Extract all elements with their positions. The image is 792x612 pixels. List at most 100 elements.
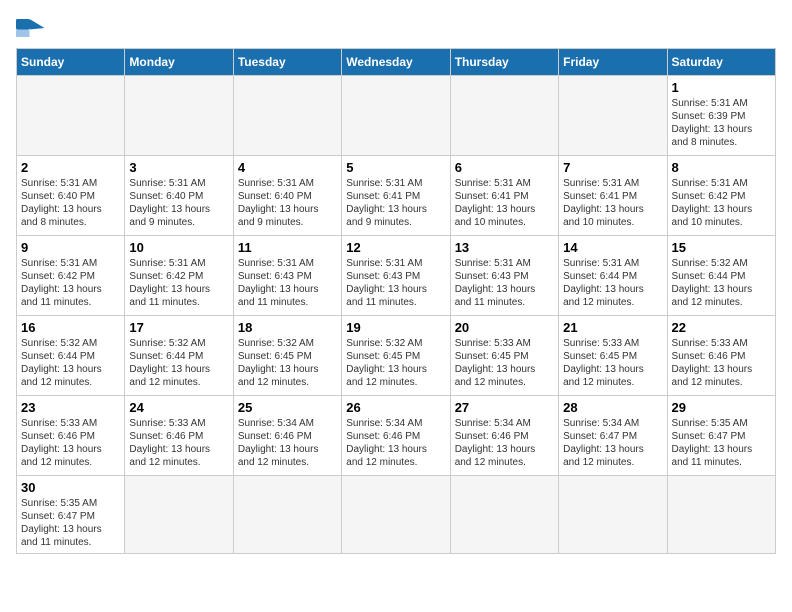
page-header bbox=[16, 16, 776, 40]
day-number: 11 bbox=[238, 240, 337, 255]
calendar-day-cell bbox=[342, 76, 450, 156]
calendar-day-cell: 14Sunrise: 5:31 AM Sunset: 6:44 PM Dayli… bbox=[559, 236, 667, 316]
day-info: Sunrise: 5:31 AM Sunset: 6:42 PM Dayligh… bbox=[129, 257, 228, 309]
day-info: Sunrise: 5:33 AM Sunset: 6:45 PM Dayligh… bbox=[563, 337, 662, 389]
calendar-day-cell: 7 Sunrise: 5:31 AM Sunset: 6:41 PM Daylig… bbox=[559, 156, 667, 236]
day-info: Sunrise: 5:35 AM Sunset: 6:47 PM Dayligh… bbox=[21, 497, 120, 549]
calendar-day-cell: 12 Sunrise: 5:31 AM Sunset: 6:43 PM Dayli… bbox=[342, 236, 450, 316]
calendar-day-cell: 4Sunrise: 5:31 AM Sunset: 6:40 PM Daylig… bbox=[233, 156, 341, 236]
calendar-day-cell bbox=[667, 476, 775, 554]
day-number: 13 bbox=[455, 240, 554, 255]
calendar-day-cell: 18 Sunrise: 5:32 AM Sunset: 6:45 PM Dayli… bbox=[233, 316, 341, 396]
day-info: Sunrise: 5:31 AM Sunset: 6:43 PM Dayligh… bbox=[346, 257, 445, 309]
day-number: 2 bbox=[21, 160, 120, 175]
day-number: 6 bbox=[455, 160, 554, 175]
calendar-day-cell: 5Sunrise: 5:31 AM Sunset: 6:41 PM Daylig… bbox=[342, 156, 450, 236]
day-info: Sunrise: 5:32 AM Sunset: 6:45 PM Dayligh… bbox=[346, 337, 445, 389]
day-info: Sunrise: 5:31 AM Sunset: 6:43 PM Dayligh… bbox=[238, 257, 337, 309]
day-number: 3 bbox=[129, 160, 228, 175]
day-number: 12 bbox=[346, 240, 445, 255]
day-info: Sunrise: 5:31 AM Sunset: 6:41 PM Dayligh… bbox=[563, 177, 662, 229]
calendar-day-cell: 22 Sunrise: 5:33 AM Sunset: 6:46 PM Dayli… bbox=[667, 316, 775, 396]
logo bbox=[16, 16, 50, 40]
weekday-header: Wednesday bbox=[342, 49, 450, 76]
day-info: Sunrise: 5:31 AM Sunset: 6:39 PM Dayligh… bbox=[672, 97, 771, 149]
calendar-day-cell bbox=[559, 76, 667, 156]
weekday-header: Thursday bbox=[450, 49, 558, 76]
calendar-day-cell: 16 Sunrise: 5:32 AM Sunset: 6:44 PM Dayli… bbox=[17, 316, 125, 396]
calendar-day-cell: 10 Sunrise: 5:31 AM Sunset: 6:42 PM Dayli… bbox=[125, 236, 233, 316]
day-info: Sunrise: 5:33 AM Sunset: 6:45 PM Dayligh… bbox=[455, 337, 554, 389]
day-info: Sunrise: 5:32 AM Sunset: 6:44 PM Dayligh… bbox=[21, 337, 120, 389]
day-info: Sunrise: 5:34 AM Sunset: 6:46 PM Dayligh… bbox=[455, 417, 554, 469]
day-number: 26 bbox=[346, 400, 445, 415]
calendar-day-cell: 27 Sunrise: 5:34 AM Sunset: 6:46 PM Dayli… bbox=[450, 396, 558, 476]
day-info: Sunrise: 5:31 AM Sunset: 6:40 PM Dayligh… bbox=[129, 177, 228, 229]
day-number: 5 bbox=[346, 160, 445, 175]
day-info: Sunrise: 5:34 AM Sunset: 6:46 PM Dayligh… bbox=[346, 417, 445, 469]
day-number: 8 bbox=[672, 160, 771, 175]
day-info: Sunrise: 5:31 AM Sunset: 6:41 PM Dayligh… bbox=[455, 177, 554, 229]
day-number: 24 bbox=[129, 400, 228, 415]
day-number: 27 bbox=[455, 400, 554, 415]
day-number: 18 bbox=[238, 320, 337, 335]
day-number: 10 bbox=[129, 240, 228, 255]
day-info: Sunrise: 5:34 AM Sunset: 6:46 PM Dayligh… bbox=[238, 417, 337, 469]
day-number: 15 bbox=[672, 240, 771, 255]
calendar-week-row: 23 Sunrise: 5:33 AM Sunset: 6:46 PM Dayli… bbox=[17, 396, 776, 476]
calendar-day-cell: 15Sunrise: 5:32 AM Sunset: 6:44 PM Dayli… bbox=[667, 236, 775, 316]
calendar-day-cell: 29 Sunrise: 5:35 AM Sunset: 6:47 PM Dayli… bbox=[667, 396, 775, 476]
calendar-day-cell: 9Sunrise: 5:31 AM Sunset: 6:42 PM Daylig… bbox=[17, 236, 125, 316]
day-info: Sunrise: 5:33 AM Sunset: 6:46 PM Dayligh… bbox=[129, 417, 228, 469]
calendar-week-row: 2 Sunrise: 5:31 AM Sunset: 6:40 PM Daylig… bbox=[17, 156, 776, 236]
calendar-day-cell bbox=[125, 76, 233, 156]
day-number: 23 bbox=[21, 400, 120, 415]
day-number: 1 bbox=[672, 80, 771, 95]
day-info: Sunrise: 5:31 AM Sunset: 6:42 PM Dayligh… bbox=[21, 257, 120, 309]
calendar-day-cell bbox=[559, 476, 667, 554]
day-info: Sunrise: 5:31 AM Sunset: 6:40 PM Dayligh… bbox=[21, 177, 120, 229]
calendar-day-cell bbox=[233, 476, 341, 554]
weekday-header: Friday bbox=[559, 49, 667, 76]
day-number: 28 bbox=[563, 400, 662, 415]
calendar-day-cell bbox=[125, 476, 233, 554]
day-info: Sunrise: 5:33 AM Sunset: 6:46 PM Dayligh… bbox=[21, 417, 120, 469]
day-number: 29 bbox=[672, 400, 771, 415]
calendar-day-cell: 30 Sunrise: 5:35 AM Sunset: 6:47 PM Dayli… bbox=[17, 476, 125, 554]
calendar-day-cell bbox=[450, 76, 558, 156]
day-number: 16 bbox=[21, 320, 120, 335]
calendar-day-cell: 23 Sunrise: 5:33 AM Sunset: 6:46 PM Dayli… bbox=[17, 396, 125, 476]
calendar-day-cell: 28 Sunrise: 5:34 AM Sunset: 6:47 PM Dayli… bbox=[559, 396, 667, 476]
calendar-day-cell: 24 Sunrise: 5:33 AM Sunset: 6:46 PM Dayli… bbox=[125, 396, 233, 476]
calendar-day-cell: 6 Sunrise: 5:31 AM Sunset: 6:41 PM Daylig… bbox=[450, 156, 558, 236]
calendar-day-cell: 2 Sunrise: 5:31 AM Sunset: 6:40 PM Daylig… bbox=[17, 156, 125, 236]
day-info: Sunrise: 5:34 AM Sunset: 6:47 PM Dayligh… bbox=[563, 417, 662, 469]
day-info: Sunrise: 5:31 AM Sunset: 6:42 PM Dayligh… bbox=[672, 177, 771, 229]
weekday-header: Monday bbox=[125, 49, 233, 76]
calendar-day-cell: 20Sunrise: 5:33 AM Sunset: 6:45 PM Dayli… bbox=[450, 316, 558, 396]
day-info: Sunrise: 5:33 AM Sunset: 6:46 PM Dayligh… bbox=[672, 337, 771, 389]
day-number: 17 bbox=[129, 320, 228, 335]
day-number: 21 bbox=[563, 320, 662, 335]
day-number: 7 bbox=[563, 160, 662, 175]
calendar-day-cell: 11 Sunrise: 5:31 AM Sunset: 6:43 PM Dayli… bbox=[233, 236, 341, 316]
day-number: 25 bbox=[238, 400, 337, 415]
calendar-day-cell: 3 Sunrise: 5:31 AM Sunset: 6:40 PM Daylig… bbox=[125, 156, 233, 236]
calendar-day-cell: 21 Sunrise: 5:33 AM Sunset: 6:45 PM Dayli… bbox=[559, 316, 667, 396]
weekday-header: Sunday bbox=[17, 49, 125, 76]
logo-icon bbox=[16, 16, 46, 40]
calendar-week-row: 16 Sunrise: 5:32 AM Sunset: 6:44 PM Dayli… bbox=[17, 316, 776, 396]
day-info: Sunrise: 5:35 AM Sunset: 6:47 PM Dayligh… bbox=[672, 417, 771, 469]
calendar-day-cell bbox=[233, 76, 341, 156]
calendar-day-cell: 25 Sunrise: 5:34 AM Sunset: 6:46 PM Dayli… bbox=[233, 396, 341, 476]
day-info: Sunrise: 5:32 AM Sunset: 6:45 PM Dayligh… bbox=[238, 337, 337, 389]
calendar-day-cell bbox=[342, 476, 450, 554]
calendar-week-row: 30 Sunrise: 5:35 AM Sunset: 6:47 PM Dayli… bbox=[17, 476, 776, 554]
calendar-day-cell: 17Sunrise: 5:32 AM Sunset: 6:44 PM Dayli… bbox=[125, 316, 233, 396]
calendar-day-cell: 26 Sunrise: 5:34 AM Sunset: 6:46 PM Dayli… bbox=[342, 396, 450, 476]
calendar-day-cell: 19Sunrise: 5:32 AM Sunset: 6:45 PM Dayli… bbox=[342, 316, 450, 396]
day-number: 30 bbox=[21, 480, 120, 495]
calendar-table: SundayMondayTuesdayWednesdayThursdayFrid… bbox=[16, 48, 776, 554]
weekday-header: Saturday bbox=[667, 49, 775, 76]
day-number: 22 bbox=[672, 320, 771, 335]
